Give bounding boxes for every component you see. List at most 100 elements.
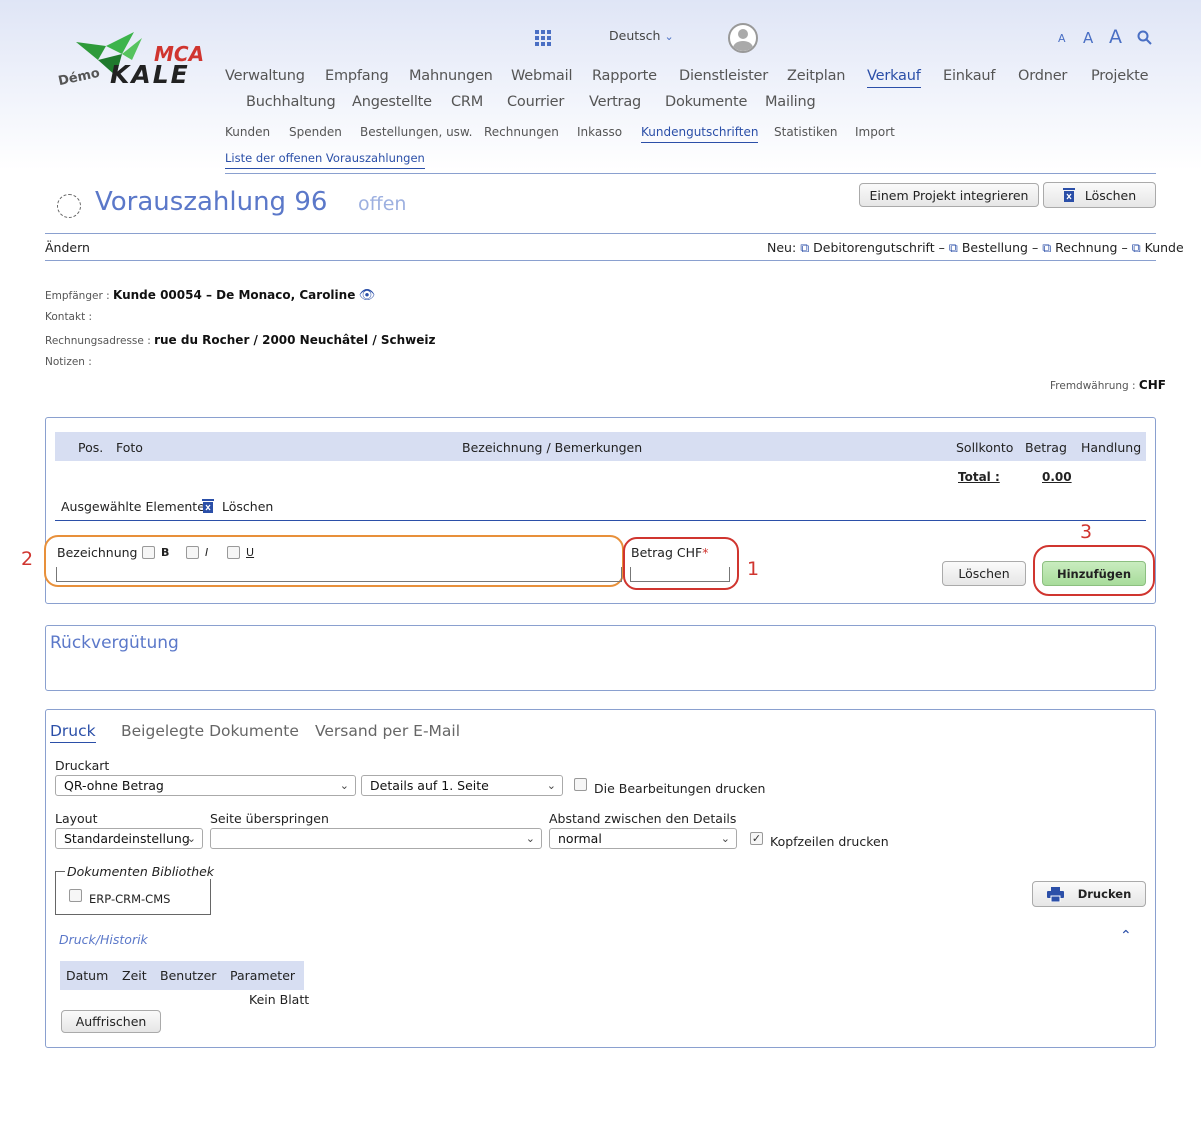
col-header: Betrag [1025, 440, 1067, 455]
nav-item[interactable]: Zeitplan [787, 68, 845, 84]
search-icon[interactable] [1137, 30, 1153, 46]
bold-checkbox[interactable] [142, 546, 155, 559]
subnav-item[interactable]: Inkasso [577, 125, 622, 139]
print-button[interactable]: Drucken [1032, 881, 1146, 907]
total-value: 0.00 [1042, 470, 1072, 484]
font-size-small-button[interactable]: A [1058, 32, 1066, 45]
nav-item[interactable]: Ordner [1018, 68, 1067, 84]
skip-page-label: Seite überspringen [210, 811, 329, 826]
apps-grid-icon[interactable] [535, 30, 551, 46]
nav-item[interactable]: Einkauf [943, 68, 996, 84]
nav-item[interactable]: Buchhaltung [246, 94, 336, 110]
subnav-item[interactable]: Spenden [289, 125, 342, 139]
print-type-label: Druckart [55, 758, 110, 773]
layout-label: Layout [55, 811, 98, 826]
subnav2-item-active[interactable]: Liste der offenen Vorauszahlungen [225, 151, 425, 169]
selected-elements-label: Ausgewählte Elemente: [61, 499, 210, 514]
subnav-item[interactable]: Statistiken [774, 125, 838, 139]
nav-item[interactable]: Dokumente [665, 94, 747, 110]
divider [225, 173, 1156, 174]
print-type-select[interactable]: QR-ohne Betrag ⌄ [55, 775, 356, 796]
print-edits-checkbox[interactable] [574, 778, 587, 791]
chevron-down-icon: ⌄ [720, 832, 730, 845]
col-header: Pos. [78, 440, 104, 455]
font-size-medium-button[interactable]: A [1083, 29, 1093, 47]
spacing-select[interactable]: normal ⌄ [549, 828, 737, 849]
annotation-2: 2 [21, 548, 34, 570]
printer-icon [1046, 886, 1064, 902]
library-checkbox[interactable] [69, 889, 82, 902]
nav-item[interactable]: Mailing [765, 94, 816, 110]
edit-link[interactable]: Ändern [45, 240, 90, 255]
total-label: Total : [958, 470, 1000, 484]
tab-print[interactable]: Druck [50, 722, 96, 743]
refresh-button[interactable]: Auffrischen [61, 1010, 161, 1033]
nav-item[interactable]: Mahnungen [409, 68, 493, 84]
description-input[interactable] [56, 567, 622, 582]
library-legend: Dokumenten Bibliothek [65, 864, 217, 879]
print-headers-checkbox[interactable]: ✓ [750, 832, 763, 845]
language-select[interactable]: Deutsch ⌄ [609, 28, 674, 43]
nav-item[interactable]: Vertrag [589, 94, 641, 110]
col-header: Foto [116, 440, 143, 455]
new-links: Neu: ⧉ Debitorengutschrift – ⧉ Bestellung – … [767, 240, 1184, 256]
bold-label: B [161, 546, 170, 559]
refund-title: Rückvergütung [50, 633, 179, 653]
nav-item[interactable]: Dienstleister [679, 68, 768, 84]
logo[interactable]: MCA Démo KALE [57, 30, 213, 100]
history-empty: Kein Blatt [249, 992, 310, 1007]
eye-icon[interactable]: 👁 [359, 288, 376, 303]
nav-item[interactable]: Empfang [325, 68, 389, 84]
nav-item[interactable]: Projekte [1091, 68, 1149, 84]
underline-checkbox[interactable] [227, 546, 240, 559]
new-order-link[interactable]: Bestellung [962, 240, 1028, 256]
nav-item[interactable]: CRM [451, 94, 483, 110]
language-label: Deutsch [609, 28, 661, 43]
recipient-value: Kunde 00054 – De Monaco, Caroline [112, 288, 356, 302]
contact-label: Kontakt : [45, 311, 93, 323]
nav-item[interactable]: Verwaltung [225, 68, 305, 84]
italic-checkbox[interactable] [186, 546, 199, 559]
annotation-3: 3 [1080, 521, 1093, 543]
history-col-header: Datum [66, 968, 109, 983]
amount-label: Betrag CHF* [631, 545, 709, 560]
amount-input[interactable] [630, 567, 730, 582]
nav-item[interactable]: Rapporte [592, 68, 657, 84]
new-customer-link[interactable]: Kunde [1145, 240, 1184, 256]
subnav-item-active[interactable]: Kundengutschriften [641, 125, 759, 143]
divider [55, 520, 1146, 521]
nav-item[interactable]: Angestellte [352, 94, 432, 110]
layout-select[interactable]: Standardeinstellung ⌄ [55, 828, 203, 849]
nav-item[interactable]: Webmail [511, 68, 572, 84]
annotation-1: 1 [747, 558, 760, 580]
library-item-label: ERP-CRM-CMS [89, 892, 171, 906]
col-header: Bezeichnung / Bemerkungen [462, 440, 643, 455]
font-size-large-button[interactable]: A [1109, 26, 1122, 48]
nav-item-active[interactable]: Verkauf [867, 68, 921, 88]
subnav-item[interactable]: Kunden [225, 125, 270, 139]
user-avatar[interactable] [728, 23, 758, 53]
details-select[interactable]: Details auf 1. Seite ⌄ [361, 775, 563, 796]
subnav-item[interactable]: Rechnungen [484, 125, 559, 139]
chevron-up-icon[interactable]: ⌃ [1120, 928, 1132, 944]
nav-item[interactable]: Courrier [507, 94, 564, 110]
delete-button[interactable]: Löschen [1043, 182, 1156, 208]
divider [45, 260, 1156, 261]
history-title[interactable]: Druck/Historik [59, 932, 148, 947]
add-button[interactable]: Hinzufügen [1042, 561, 1146, 586]
skip-page-select[interactable]: ⌄ [210, 828, 542, 849]
subnav-item[interactable]: Bestellungen, usw. [360, 125, 472, 139]
external-link-icon: ⧉ [948, 240, 958, 255]
page-title: Vorauszahlung 96 [95, 187, 328, 217]
tab-attachments[interactable]: Beigelegte Dokumente [121, 722, 299, 740]
tab-email[interactable]: Versand per E-Mail [315, 722, 460, 740]
new-invoice-link[interactable]: Rechnung [1055, 240, 1117, 256]
integrate-project-button[interactable]: Einem Projekt integrieren [859, 183, 1039, 207]
subnav-item[interactable]: Import [855, 125, 895, 139]
clear-button[interactable]: Löschen [942, 561, 1026, 586]
trash-icon[interactable] [202, 499, 214, 514]
col-header: Sollkonto [956, 440, 1014, 455]
selected-delete-link[interactable]: Löschen [222, 499, 273, 514]
new-credit-note-link[interactable]: Debitorengutschrift [813, 240, 935, 256]
trash-icon [1062, 187, 1075, 202]
